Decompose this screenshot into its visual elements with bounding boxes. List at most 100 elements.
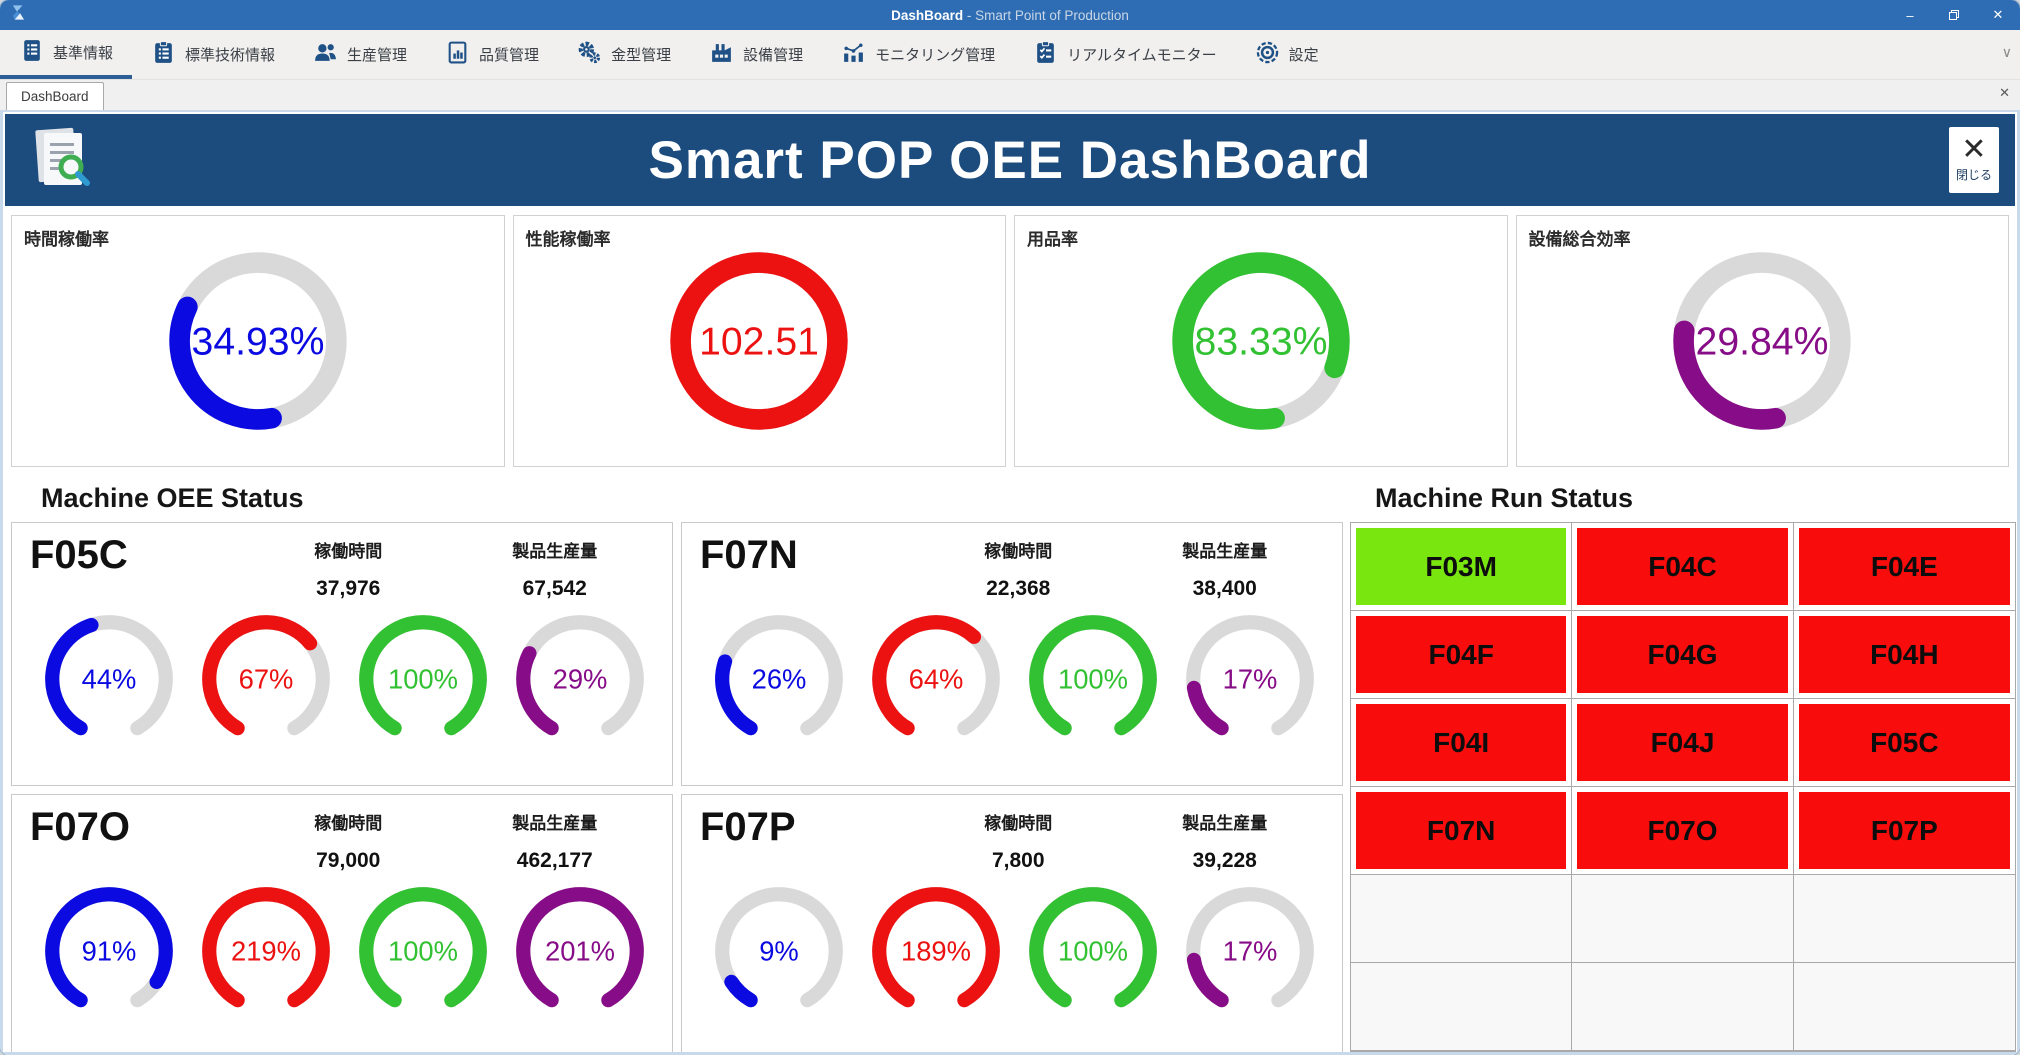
factory-icon — [709, 40, 734, 69]
machine-id: F07O — [30, 805, 245, 849]
svg-text:201%: 201% — [545, 936, 615, 967]
tab-dashboard[interactable]: DashBoard — [6, 82, 104, 110]
run-section-title: Machine Run Status — [1375, 483, 1633, 513]
machine-stat-output: 製品生産量38,400 — [1122, 533, 1329, 601]
machine-gauge: 219% — [190, 875, 342, 1027]
run-status-cell: F07O — [1572, 787, 1793, 875]
titlebar[interactable]: DashBoard - Smart Point of Production – … — [0, 0, 2020, 30]
machine-gauge: 64% — [860, 603, 1012, 755]
machine-gauge: 201% — [504, 875, 656, 1027]
run-status-tile[interactable]: F05C — [1799, 704, 2010, 781]
menu-item-clipboard-list[interactable]: 標準技術情報 — [132, 30, 294, 79]
kpi-label: 性能稼働率 — [526, 225, 611, 250]
menu-item-monitor-chart[interactable]: モニタリング管理 — [822, 30, 1014, 79]
dashboard-close-button[interactable]: ✕ 閉じる — [1949, 127, 1999, 193]
menu-item-label: 金型管理 — [611, 44, 671, 65]
machine-stat-output: 製品生産量 67,542 — [452, 533, 659, 601]
menu-item-settings-gear[interactable]: 設定 — [1236, 30, 1338, 79]
run-status-cell: F03M — [1351, 523, 1572, 611]
menu-item-gears[interactable]: 金型管理 — [558, 30, 690, 79]
run-status-cell: F04I — [1351, 699, 1572, 787]
kpi-label: 時間稼働率 — [24, 225, 109, 250]
main-menu-bar: 基準情報標準技術情報生産管理品質管理 金型管理設備管理モニタリング管理 リアルタイム… — [0, 30, 2020, 80]
machine-gauge: 100% — [1017, 875, 1169, 1027]
stat-label: 稼働時間 — [245, 809, 452, 834]
machine-card: F07P稼働時間7,800製品生産量39,2289%189%100%17% — [681, 794, 1343, 1055]
machine-id: F05C — [30, 533, 245, 577]
run-status-tile[interactable]: F04E — [1799, 528, 2010, 605]
maximize-button[interactable] — [1932, 0, 1976, 30]
machine-id: F07P — [700, 805, 915, 849]
close-window-button[interactable]: ✕ — [1976, 0, 2020, 30]
run-status-cell: F04G — [1572, 611, 1793, 699]
svg-text:64%: 64% — [908, 664, 963, 695]
svg-text:29.84%: 29.84% — [1696, 321, 1829, 364]
stat-label: 製品生産量 — [452, 537, 659, 562]
document-tab-bar: DashBoard ✕ — [0, 80, 2020, 110]
stat-value: 39,228 — [1122, 849, 1329, 873]
machine-oee-grid: F05C稼働時間37,976製品生産量67,54244%67%100%29%F0… — [11, 522, 1343, 1055]
stat-value: 67,542 — [452, 577, 659, 601]
dashboard-content: Smart POP OEE DashBoard ✕ 閉じる 時間稼働率34.93… — [0, 110, 2020, 1055]
machine-card: F07O稼働時間79,000製品生産量462,17791%219%100%201… — [11, 794, 673, 1055]
run-status-tile[interactable]: F07O — [1577, 792, 1787, 869]
run-status-tile[interactable]: F07P — [1799, 792, 2010, 869]
menu-item-label: 設定 — [1289, 44, 1319, 65]
run-status-tile[interactable]: F04G — [1577, 616, 1787, 693]
users-icon — [313, 40, 338, 69]
kpi-card: 性能稼働率 102.51 — [513, 215, 1007, 467]
run-status-cell: F04H — [1794, 611, 2015, 699]
machine-id: F07N — [700, 533, 915, 577]
machine-gauge: 189% — [860, 875, 1012, 1027]
menu-item-label: 基準情報 — [53, 42, 113, 63]
run-status-tile[interactable]: F04H — [1799, 616, 2010, 693]
svg-text:44%: 44% — [81, 664, 136, 695]
machine-gauge: 91% — [33, 875, 185, 1027]
section-titles: Machine OEE Status Machine Run Status — [3, 467, 2017, 520]
run-status-tile[interactable]: F04I — [1356, 704, 1566, 781]
app-logo-icon — [9, 3, 28, 27]
kpi-gauge: 29.84% — [1664, 243, 1860, 439]
menu-item-doc-list[interactable]: 基準情報 — [0, 30, 132, 79]
machine-run-grid: F03MF04CF04E F04FF04GF04H F04IF04JF05C F07N… — [1350, 522, 2016, 1052]
machine-stat-runtime: 稼働時間37,976 — [245, 533, 452, 601]
svg-text:189%: 189% — [901, 936, 971, 967]
machine-gauge: 29% — [504, 603, 656, 755]
run-status-cell: F07P — [1794, 787, 2015, 875]
run-status-tile[interactable]: F04C — [1577, 528, 1787, 605]
menu-item-users[interactable]: 生産管理 — [294, 30, 426, 79]
kpi-gauge: 83.33% — [1163, 243, 1359, 439]
machine-card: F07N稼働時間22,368製品生産量38,40026%64%100%17% — [681, 522, 1343, 786]
run-status-empty-cell — [1794, 963, 2015, 1051]
machine-gauge: 100% — [347, 875, 499, 1027]
run-status-tile[interactable]: F03M — [1356, 528, 1566, 605]
machine-gauge: 17% — [1174, 875, 1326, 1027]
run-status-cell: F07N — [1351, 787, 1572, 875]
machine-gauge: 44% — [33, 603, 185, 755]
machine-gauge: 100% — [1017, 603, 1169, 755]
menu-item-clipboard-check[interactable]: リアルタイムモニター — [1014, 30, 1236, 79]
svg-text:67%: 67% — [238, 664, 293, 695]
svg-text:91%: 91% — [81, 936, 136, 967]
tab-close-icon[interactable]: ✕ — [1999, 85, 2010, 101]
machine-gauge: 67% — [190, 603, 342, 755]
clipboard-list-icon — [151, 40, 176, 69]
run-status-tile[interactable]: F04J — [1577, 704, 1787, 781]
doc-chart-icon — [445, 40, 470, 69]
run-status-tile[interactable]: F04F — [1356, 616, 1566, 693]
toolbar-overflow-chevron-icon[interactable]: ∨ — [2002, 44, 2012, 61]
minimize-button[interactable]: – — [1888, 0, 1932, 30]
menu-item-factory[interactable]: 設備管理 — [690, 30, 822, 79]
oee-section-title: Machine OEE Status — [41, 483, 304, 513]
run-status-empty-cell — [1572, 875, 1793, 963]
stat-value: 37,976 — [245, 577, 452, 601]
kpi-gauge: 102.51 — [661, 243, 857, 439]
machine-stat-runtime: 稼働時間79,000 — [245, 805, 452, 873]
menu-item-doc-chart[interactable]: 品質管理 — [426, 30, 558, 79]
run-status-cell: F04F — [1351, 611, 1572, 699]
run-status-tile[interactable]: F07N — [1356, 792, 1566, 869]
svg-text:219%: 219% — [231, 936, 301, 967]
menu-item-label: リアルタイムモニター — [1067, 44, 1217, 65]
machine-stat-runtime: 稼働時間22,368 — [915, 533, 1122, 601]
dashboard-header: Smart POP OEE DashBoard ✕ 閉じる — [5, 114, 2015, 206]
